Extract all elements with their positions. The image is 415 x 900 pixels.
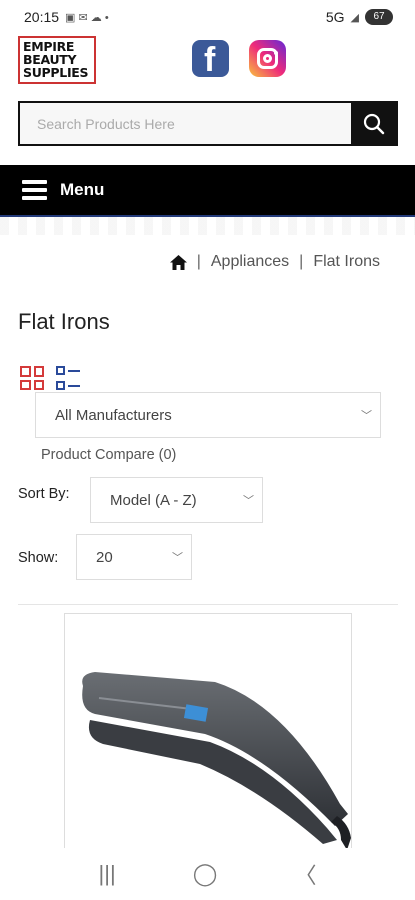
sort-label: Sort By: (18, 486, 70, 502)
search-input[interactable] (20, 103, 351, 144)
view-toggle (20, 366, 80, 390)
breadcrumb: | Appliances | Flat Irons (169, 253, 380, 271)
status-bar: 20:15 ▣ ✉ ☁ • 5G ◢ 67 (0, 0, 415, 34)
battery-icon: 67 (365, 9, 393, 25)
search-button[interactable] (351, 103, 396, 144)
brand-logo[interactable]: EMPIRE BEAUTY SUPPLIES (18, 36, 96, 84)
manufacturer-select-value: All Manufacturers (55, 406, 172, 424)
show-select[interactable]: 20 ﹀ (76, 534, 192, 580)
notification-icons: ▣ ✉ ☁ • (65, 11, 109, 24)
grid-view-icon[interactable] (20, 366, 44, 390)
menu-bar[interactable]: Menu (0, 165, 415, 217)
search-icon (363, 113, 384, 134)
menu-label: Menu (60, 180, 105, 199)
show-label: Show: (18, 550, 59, 566)
search-bar (18, 101, 398, 146)
product-card[interactable] (64, 613, 352, 853)
home-button[interactable]: ◯ (193, 861, 218, 887)
list-view-icon[interactable] (56, 366, 80, 390)
signal-icon: ◢ (350, 11, 359, 24)
sort-select-value: Model (A - Z) (110, 491, 197, 509)
product-image (82, 672, 351, 850)
breadcrumb-appliances[interactable]: Appliances (211, 253, 289, 271)
back-button[interactable]: 〈 (294, 858, 316, 890)
breadcrumb-separator: | (299, 253, 304, 270)
instagram-icon[interactable] (249, 40, 286, 77)
chevron-down-icon: ﹀ (172, 552, 183, 564)
divider (18, 604, 398, 605)
chevron-down-icon: ﹀ (361, 410, 372, 422)
menu-icon (22, 180, 47, 200)
breadcrumb-separator: | (196, 253, 201, 270)
network-label: 5G (325, 9, 345, 25)
android-nav-bar: ||| ◯ 〈 (0, 848, 415, 900)
recents-button[interactable]: ||| (99, 861, 116, 887)
chevron-down-icon: ﹀ (243, 495, 254, 507)
page-title: Flat Irons (18, 309, 110, 334)
status-time: 20:15 (24, 9, 60, 25)
sort-select[interactable]: Model (A - Z) ﹀ (90, 477, 263, 523)
site-header: EMPIRE BEAUTY SUPPLIES f (0, 34, 415, 86)
decorative-border (0, 217, 415, 235)
home-icon[interactable] (169, 254, 187, 270)
facebook-icon[interactable]: f (192, 40, 229, 79)
manufacturer-select[interactable]: All Manufacturers ﹀ (35, 392, 381, 438)
product-compare-link[interactable]: Product Compare (0) (41, 447, 176, 463)
breadcrumb-flat-irons[interactable]: Flat Irons (313, 253, 380, 271)
show-select-value: 20 (96, 548, 113, 566)
